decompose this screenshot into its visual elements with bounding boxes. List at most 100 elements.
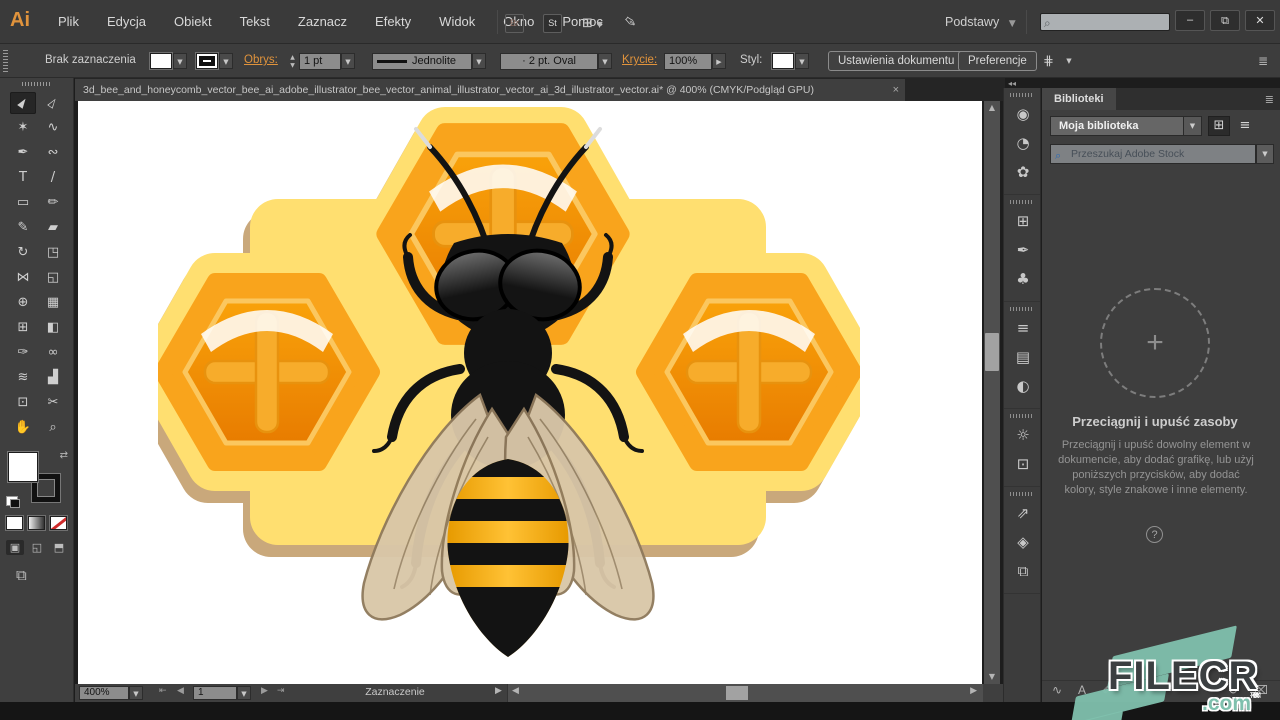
app-search-input[interactable]: ⌕ xyxy=(1040,13,1170,31)
menu-zaznacz[interactable]: Zaznacz xyxy=(284,0,361,44)
panel-gripper[interactable] xyxy=(22,82,52,86)
panel-icon-appearance[interactable]: ☼ xyxy=(1004,422,1042,451)
opacity-expander[interactable]: ▶ xyxy=(712,53,726,69)
tool-line-segment[interactable]: / xyxy=(40,167,66,189)
zoom-level-field[interactable]: 400% xyxy=(79,686,129,700)
help-icon[interactable]: ? xyxy=(1146,526,1163,543)
scroll-up-icon[interactable]: ▲ xyxy=(984,101,1000,115)
artboard-dropdown[interactable]: ▼ xyxy=(237,686,251,700)
opacity-panel-link[interactable]: Krycie: xyxy=(622,54,657,66)
tool-direct-selection[interactable]: ▻ xyxy=(40,92,66,114)
feather-icon[interactable]: ✑ xyxy=(620,11,641,33)
add-graphic-icon[interactable]: ∿ xyxy=(1052,683,1062,697)
tool-eraser[interactable]: ▰ xyxy=(40,217,66,239)
menu-edycja[interactable]: Edycja xyxy=(93,0,160,44)
stroke-weight-stepper[interactable]: ▲▼ xyxy=(288,53,297,70)
document-setup-button[interactable]: Ustawienia dokumentu xyxy=(828,51,964,71)
menu-tekst[interactable]: Tekst xyxy=(226,0,284,44)
list-view-button[interactable]: ≡ xyxy=(1234,116,1256,136)
none-button[interactable] xyxy=(50,516,67,530)
window-close-button[interactable]: ✕ xyxy=(1245,10,1275,31)
stock-button[interactable]: St xyxy=(543,14,562,33)
canvas-artboard[interactable] xyxy=(78,101,982,684)
tool-selection[interactable]: ► xyxy=(10,92,36,114)
library-select[interactable]: Moja biblioteka ▼ xyxy=(1050,116,1202,136)
panel-gripper[interactable] xyxy=(3,50,8,72)
swap-fill-stroke-icon[interactable]: ⇄ xyxy=(60,450,68,461)
window-minimize-button[interactable]: – xyxy=(1175,10,1205,31)
brush-dropdown[interactable]: ▼ xyxy=(598,53,612,69)
fill-dropdown[interactable]: ▼ xyxy=(173,53,187,69)
stroke-type-dropdown[interactable]: ▼ xyxy=(472,53,486,69)
align-options-icon[interactable]: ⋕ xyxy=(1043,54,1054,69)
panel-icon-recolor-artwork[interactable]: ✿ xyxy=(1004,159,1042,188)
stock-search-input[interactable]: ⌕ Przeszukaj Adobe Stock xyxy=(1050,144,1256,164)
tab-biblioteki[interactable]: Biblioteki xyxy=(1042,88,1116,110)
panel-gripper[interactable] xyxy=(1010,200,1034,204)
previous-artboard-button[interactable]: ◀ xyxy=(177,686,184,696)
tool-eyedropper[interactable]: ✑ xyxy=(10,342,36,364)
arrange-documents-button[interactable]: ⊞ ▼ xyxy=(582,15,603,31)
default-fill-stroke-icon[interactable] xyxy=(6,496,18,506)
panel-icon-color[interactable]: ◉ xyxy=(1004,101,1042,130)
tool-free-transform[interactable]: ◱ xyxy=(40,267,66,289)
stroke-weight-dropdown[interactable]: ▼ xyxy=(341,53,355,69)
vertical-scrollbar[interactable]: ▲ ▼ xyxy=(984,101,1000,684)
stroke-type-field[interactable]: Jednolite xyxy=(372,53,472,70)
stroke-panel-link[interactable]: Obrys: xyxy=(244,54,278,66)
sync-icon[interactable]: ↻ xyxy=(1228,683,1238,697)
tool-magic-wand[interactable]: ✶ xyxy=(10,117,36,139)
menu-efekty[interactable]: Efekty xyxy=(361,0,425,44)
window-restore-button[interactable]: ⧉ xyxy=(1210,10,1240,31)
search-scope-dropdown[interactable]: ▼ xyxy=(1256,144,1274,164)
preferences-button[interactable]: Preferencje xyxy=(958,51,1037,71)
horizontal-scrollbar-thumb[interactable] xyxy=(726,686,748,700)
zoom-dropdown[interactable]: ▼ xyxy=(129,686,143,700)
add-color-icon[interactable]: ✐ xyxy=(1102,683,1112,697)
menu-widok[interactable]: Widok xyxy=(425,0,489,44)
scroll-left-icon[interactable]: ◀ xyxy=(512,686,519,696)
tool-shaper[interactable]: ✎ xyxy=(10,217,36,239)
draw-normal-icon[interactable]: ▣ xyxy=(6,540,24,555)
panel-gripper[interactable] xyxy=(1010,492,1034,496)
horizontal-scrollbar[interactable]: ◀ ▶ xyxy=(507,684,983,702)
tool-curvature[interactable]: ∾ xyxy=(40,142,66,164)
tool-hand[interactable]: ✋ xyxy=(10,417,36,439)
tool-rectangle[interactable]: ▭ xyxy=(10,192,36,214)
tool-artboard[interactable]: ⊡ xyxy=(10,392,36,414)
scroll-down-icon[interactable]: ▼ xyxy=(984,670,1000,684)
style-dropdown[interactable]: ▼ xyxy=(795,53,809,69)
tool-width[interactable]: ⋈ xyxy=(10,267,36,289)
panel-icon-layers[interactable]: ◈ xyxy=(1004,529,1042,558)
gradient-button[interactable] xyxy=(28,516,45,530)
document-tab[interactable]: 3d_bee_and_honeycomb_vector_bee_ai_adobe… xyxy=(75,79,905,101)
panel-menu-icon[interactable]: ≣ xyxy=(1258,54,1268,68)
panel-icon-artboards[interactable]: ⧉ xyxy=(1004,558,1042,587)
panel-gripper[interactable] xyxy=(1010,307,1034,311)
panel-icon-transparency[interactable]: ◐ xyxy=(1004,373,1042,402)
vertical-scrollbar-thumb[interactable] xyxy=(985,333,999,371)
tool-shape-builder[interactable]: ⊕ xyxy=(10,292,36,314)
fill-proxy-swatch[interactable] xyxy=(8,452,38,482)
drop-zone-circle[interactable]: + xyxy=(1100,288,1210,398)
trash-icon[interactable]: ⌧ xyxy=(1254,683,1268,697)
panel-menu-icon[interactable]: ≣ xyxy=(1265,93,1274,106)
tool-slice[interactable]: ✂ xyxy=(40,392,66,414)
tool-pen[interactable]: ✒ xyxy=(10,142,36,164)
style-swatch[interactable] xyxy=(772,53,794,69)
first-artboard-button[interactable]: ⇤ xyxy=(159,686,167,696)
scroll-right-icon[interactable]: ▶ xyxy=(970,686,977,696)
panel-gripper[interactable] xyxy=(1010,414,1034,418)
tab-close-icon[interactable]: × xyxy=(893,79,899,101)
screen-mode-icon[interactable]: ⧉ xyxy=(16,566,27,584)
grid-view-button[interactable]: ⊞ xyxy=(1208,116,1230,136)
panel-icon-stroke[interactable]: ≡ xyxy=(1004,315,1042,344)
color-button[interactable] xyxy=(6,516,23,530)
workspace-switcher[interactable]: Podstawy ▼ xyxy=(945,0,1016,44)
stroke-dropdown[interactable]: ▼ xyxy=(219,53,233,69)
align-dropdown[interactable]: ▼ xyxy=(1062,53,1076,69)
panel-icon-swatches[interactable]: ⊞ xyxy=(1004,208,1042,237)
stroke-weight-field[interactable]: 1 pt xyxy=(299,53,341,70)
draw-inside-icon[interactable]: ⬒ xyxy=(50,540,68,555)
artboard-number-field[interactable]: 1 xyxy=(193,686,237,700)
